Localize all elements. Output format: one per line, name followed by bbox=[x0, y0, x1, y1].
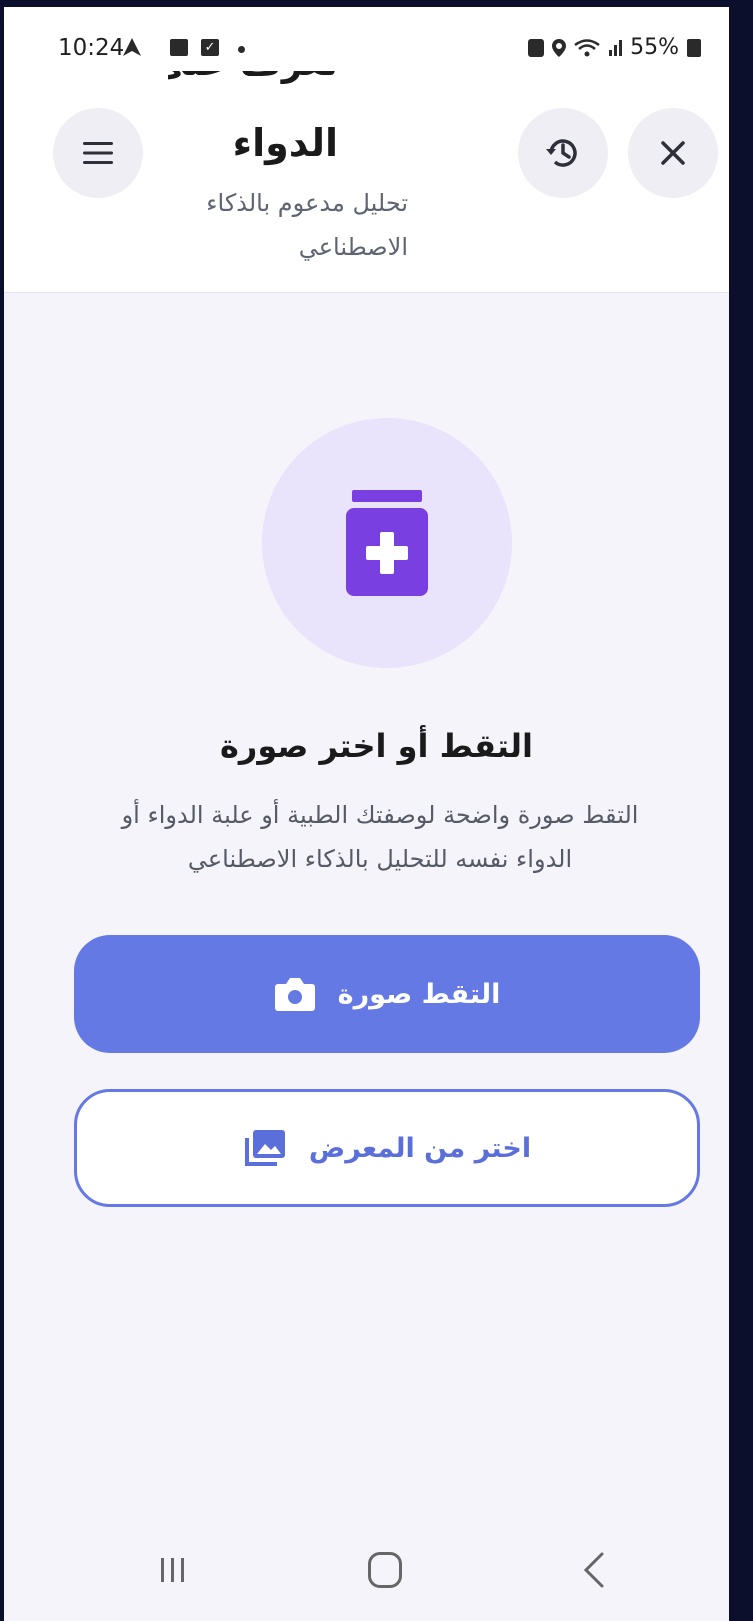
battery-percent: 55% bbox=[630, 35, 679, 60]
page-title-line1: تعرف على bbox=[168, 71, 338, 84]
gallery-icon bbox=[244, 1130, 285, 1166]
more-notifications-dot bbox=[238, 46, 245, 53]
close-button[interactable] bbox=[628, 108, 718, 198]
choose-from-gallery-button[interactable]: اختر من المعرض bbox=[74, 1089, 700, 1207]
system-navigation-bar bbox=[0, 1512, 753, 1621]
menu-icon bbox=[83, 142, 113, 164]
section-heading: التقط أو اختر صورة bbox=[220, 727, 533, 765]
take-photo-label: التقط صورة bbox=[337, 978, 501, 1010]
alarm-icon bbox=[528, 38, 545, 57]
section-description: التقط صورة واضحة لوصفتك الطبية أو علبة ا… bbox=[121, 801, 639, 873]
take-photo-button[interactable]: التقط صورة bbox=[74, 935, 700, 1053]
back-icon[interactable] bbox=[582, 1552, 606, 1588]
location-icon bbox=[552, 38, 567, 57]
checkbox-notification-icon: ✓ bbox=[201, 39, 219, 56]
recent-apps-icon[interactable] bbox=[158, 1556, 188, 1584]
navigation-arrow-icon bbox=[123, 38, 141, 56]
choose-from-gallery-label: اختر من المعرض bbox=[308, 1132, 532, 1164]
close-icon bbox=[661, 141, 685, 165]
history-button[interactable] bbox=[518, 108, 608, 198]
medicine-bottle-icon bbox=[346, 490, 428, 596]
status-right: 55% bbox=[528, 35, 701, 60]
page-title: الدواء bbox=[232, 121, 338, 165]
image-notification-icon bbox=[170, 39, 188, 56]
hero-illustration bbox=[262, 418, 512, 668]
wifi-icon bbox=[574, 38, 600, 56]
app-screen: 10:24 ✓ 55% تعرف على الدواء تحليل مدعوم … bbox=[0, 7, 753, 1621]
battery-icon bbox=[687, 38, 701, 57]
menu-button[interactable] bbox=[53, 108, 143, 198]
app-header: تعرف على الدواء تحليل مدعوم بالذكاء الاص… bbox=[0, 71, 753, 293]
signal-icon bbox=[609, 39, 623, 56]
home-icon[interactable] bbox=[368, 1552, 402, 1588]
status-time: 10:24 bbox=[58, 35, 125, 61]
history-icon bbox=[546, 139, 577, 167]
camera-icon bbox=[274, 978, 315, 1011]
page-subtitle: تحليل مدعوم بالذكاء الاصطناعي bbox=[206, 189, 408, 261]
status-bar: 10:24 ✓ 55% bbox=[0, 7, 753, 71]
